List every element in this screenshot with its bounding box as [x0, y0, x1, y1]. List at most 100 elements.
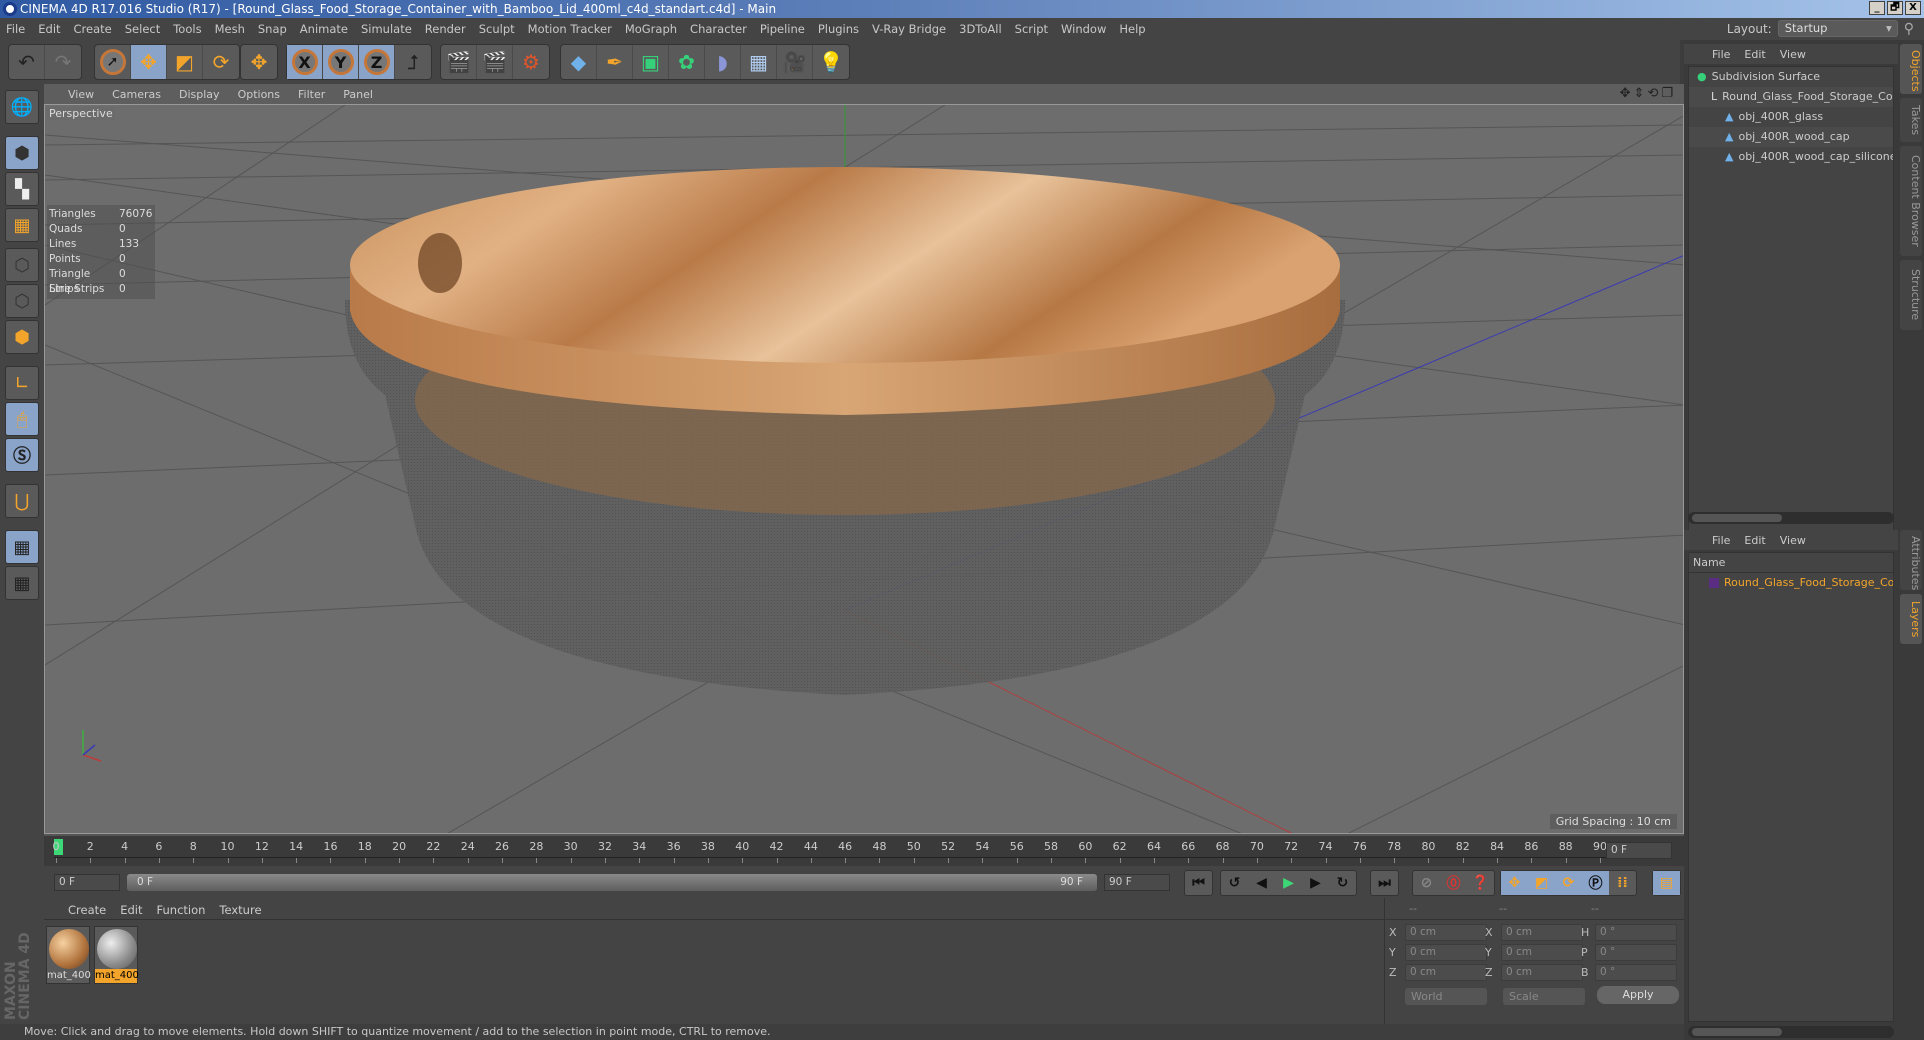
subdivision-surface-button[interactable]: ▣ [633, 45, 669, 79]
prev-frame-button[interactable]: ◀ [1248, 871, 1275, 895]
material-swatch[interactable]: mat_400 [46, 926, 91, 984]
live-selection-button[interactable]: ➚ [95, 45, 131, 79]
scrollbar-thumb[interactable] [1692, 514, 1782, 522]
texture-mode-button[interactable]: ▚ [5, 172, 39, 206]
move-tool-button[interactable]: ✥ [131, 45, 167, 79]
coord-b-field[interactable]: 0 cm [1501, 964, 1583, 981]
max-frame-field[interactable]: 90 F [1104, 874, 1170, 891]
material-menu-function[interactable]: Function [157, 903, 206, 917]
axis-mode-button[interactable]: ∟ [5, 366, 39, 400]
timeline-window-button[interactable]: ▤ [1653, 871, 1680, 895]
dolly-icon[interactable]: ⇕ [1634, 86, 1648, 101]
search-icon[interactable]: ⚲ [1904, 21, 1914, 37]
menu-character[interactable]: Character [690, 22, 747, 36]
redo-button[interactable]: ↷ [45, 45, 81, 79]
floor-button[interactable]: ▦ [741, 45, 777, 79]
snap-button[interactable]: Ⓢ [5, 438, 39, 472]
layer-list-scrollbar[interactable] [1688, 1026, 1894, 1038]
coord-c-field[interactable]: 0 ° [1595, 924, 1677, 941]
menu-help[interactable]: Help [1119, 22, 1145, 36]
material-menu-create[interactable]: Create [68, 903, 106, 917]
prev-key-button[interactable]: ↺ [1221, 871, 1248, 895]
menu-render[interactable]: Render [425, 22, 466, 36]
menu-mograph[interactable]: MoGraph [625, 22, 677, 36]
tab-objects[interactable]: Objects [1900, 44, 1922, 94]
scrollbar-thumb[interactable] [1692, 1028, 1782, 1036]
3d-viewport[interactable]: Perspective Triangles 76076 Quads 0 Lines 133… [44, 104, 1684, 834]
tab-structure[interactable]: Structure [1900, 260, 1922, 330]
end-frame-field[interactable]: 0 F [1606, 842, 1672, 859]
menu-select[interactable]: Select [125, 22, 160, 36]
menu-mesh[interactable]: Mesh [215, 22, 245, 36]
coord-c-field[interactable]: 0 ° [1595, 944, 1677, 961]
y-axis-button[interactable]: Y [323, 45, 359, 79]
workplane-lock-button[interactable]: ▦ [5, 530, 39, 564]
coordinate-system-button[interactable]: ⮥ [395, 45, 431, 79]
cube-button[interactable]: ◆ [561, 45, 597, 79]
material-menu-edit[interactable]: Edit [120, 903, 142, 917]
key-position-button[interactable]: ✥ [1501, 871, 1528, 895]
cloner-button[interactable]: ✿ [669, 45, 705, 79]
layer-item[interactable]: Round_Glass_Food_Storage_Container [1689, 573, 1893, 593]
menu-sculpt[interactable]: Sculpt [479, 22, 515, 36]
viewport-menu-panel[interactable]: Panel [343, 88, 373, 101]
go-to-start-button[interactable]: ⏮ [1185, 871, 1212, 895]
apply-button[interactable]: Apply [1597, 986, 1679, 1004]
workplane-mode-button[interactable]: ▦ [5, 208, 39, 242]
menu-create[interactable]: Create [74, 22, 112, 36]
timeline[interactable]: 0 2 4 6 8 10 12 14 16 18 20 22 24 26 28 30 32 34 36 38 40 42 4… [44, 836, 1684, 866]
transform-mode-dropdown[interactable]: Scale [1503, 988, 1585, 1005]
tab-attributes[interactable]: Attributes [1900, 530, 1922, 590]
menu-file[interactable]: File [6, 22, 25, 36]
viewport-menu-filter[interactable]: Filter [298, 88, 325, 101]
light-button[interactable]: 💡 [813, 45, 849, 79]
layout-dropdown[interactable]: Startup [1777, 20, 1898, 37]
object-tree-item[interactable]: ● Subdivision Surface [1689, 67, 1893, 87]
coord-b-field[interactable]: 0 cm [1501, 944, 1583, 961]
bend-deformer-button[interactable]: ◗ [705, 45, 741, 79]
render-picture-viewer-button[interactable]: 🎬 [477, 45, 513, 79]
coord-a-field[interactable]: 0 cm [1405, 924, 1487, 941]
go-to-end-button[interactable]: ⏭ [1371, 871, 1398, 895]
close-button[interactable]: X [1905, 1, 1921, 15]
motion-record-button[interactable]: ⊘ [1413, 871, 1440, 895]
viewport-menu-display[interactable]: Display [179, 88, 220, 101]
menu-tools[interactable]: Tools [173, 22, 201, 36]
material-menu-texture[interactable]: Texture [219, 903, 261, 917]
autokey-button[interactable]: ❓ [1467, 871, 1494, 895]
objects-menu-view[interactable]: View [1780, 48, 1806, 61]
model-mode-button[interactable]: ⬢ [5, 136, 39, 170]
material-swatch[interactable]: mat_400 [94, 926, 139, 984]
menu-motion-tracker[interactable]: Motion Tracker [528, 22, 612, 36]
camera-button[interactable]: 🎥 [777, 45, 813, 79]
viewport-menu-options[interactable]: Options [238, 88, 280, 101]
coordinate-mode-dropdown[interactable]: World [1405, 988, 1487, 1005]
layers-menu-view[interactable]: View [1780, 534, 1806, 547]
next-frame-button[interactable]: ▶ [1302, 871, 1329, 895]
next-key-button[interactable]: ↻ [1329, 871, 1356, 895]
points-mode-button[interactable]: ⬡ [5, 248, 39, 282]
key-rotation-button[interactable]: ⟳ [1555, 871, 1582, 895]
object-tree-item[interactable]: ▲ obj_400R_wood_cap_silicone [1689, 147, 1893, 167]
object-tree-scrollbar[interactable] [1688, 512, 1894, 524]
edges-mode-button[interactable]: ⬡ [5, 284, 39, 318]
record-keys-button[interactable]: ⓪ [1440, 871, 1467, 895]
menu-v-ray-bridge[interactable]: V-Ray Bridge [872, 22, 946, 36]
layers-menu-edit[interactable]: Edit [1744, 534, 1765, 547]
maximize-view-icon[interactable]: ❐ [1661, 86, 1676, 101]
undo-button[interactable]: ↶ [9, 45, 45, 79]
menu-window[interactable]: Window [1061, 22, 1106, 36]
tab-content-browser[interactable]: Content Browser [1900, 146, 1922, 256]
orbit-icon[interactable]: ⟲ [1647, 86, 1661, 101]
recent-tool-button[interactable]: ✥ [241, 45, 277, 79]
menu-pipeline[interactable]: Pipeline [760, 22, 805, 36]
x-axis-button[interactable]: X [287, 45, 323, 79]
menu-plugins[interactable]: Plugins [818, 22, 859, 36]
objects-menu-edit[interactable]: Edit [1744, 48, 1765, 61]
coord-c-field[interactable]: 0 ° [1595, 964, 1677, 981]
key-pla-button[interactable]: ⁞⁞ [1609, 871, 1636, 895]
pan-icon[interactable]: ✥ [1620, 86, 1634, 101]
z-axis-button[interactable]: Z [359, 45, 395, 79]
object-tree-item[interactable]: ▲ obj_400R_wood_cap [1689, 127, 1893, 147]
coord-a-field[interactable]: 0 cm [1405, 964, 1487, 981]
